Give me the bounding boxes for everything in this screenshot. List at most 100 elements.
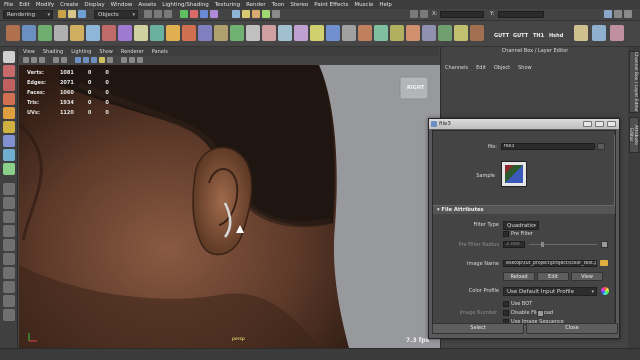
view-button[interactable]: View — [571, 272, 603, 281]
select-object-icon[interactable] — [154, 10, 162, 18]
channel-box-menu-edit[interactable]: Edit — [476, 65, 486, 73]
menu-toon[interactable]: Toon — [272, 2, 285, 8]
save-scene-icon[interactable] — [78, 10, 86, 18]
tab-channel-box[interactable]: Channel Box / Layer Editor — [629, 51, 639, 113]
coord-y-field[interactable] — [498, 11, 544, 18]
menu-lighting-shading[interactable]: Lighting/Shading — [162, 2, 208, 8]
menu-modify[interactable]: Modify — [36, 2, 54, 8]
smooth-icon[interactable] — [182, 25, 196, 41]
shelf-label-th1[interactable]: TH1 — [533, 33, 544, 39]
outliner-layout-icon[interactable] — [3, 267, 15, 279]
select-component-icon[interactable] — [164, 10, 172, 18]
custom-tool-icon-1[interactable] — [574, 25, 588, 41]
viewport-menu-view[interactable]: View — [23, 49, 35, 55]
scrollbar-thumb[interactable] — [614, 135, 615, 205]
shelf-label-gutt-2[interactable]: GUTT — [513, 33, 528, 39]
smooth-shade-icon[interactable] — [83, 57, 89, 63]
menu-window[interactable]: Window — [111, 2, 133, 8]
cylinder-icon[interactable] — [54, 25, 68, 41]
close-button[interactable]: Close — [526, 323, 618, 334]
bevel-icon[interactable] — [214, 25, 228, 41]
hypershade-layout-icon[interactable] — [3, 253, 15, 265]
viewport-menu-lighting[interactable]: Lighting — [71, 49, 91, 55]
sphere-icon[interactable] — [22, 25, 36, 41]
four-pane-layout-icon[interactable] — [3, 197, 15, 209]
viewport-menu-panels[interactable]: Panels — [152, 49, 168, 55]
torus-icon[interactable] — [102, 25, 116, 41]
camera-icon[interactable] — [134, 25, 148, 41]
persp-graph-layout-icon[interactable] — [3, 239, 15, 251]
manipulator-tool-icon[interactable] — [3, 135, 15, 147]
menu-render[interactable]: Render — [246, 2, 266, 8]
channel-box-menu-show[interactable]: Show — [518, 65, 532, 73]
side-by-side-layout-icon[interactable] — [3, 211, 15, 223]
menu-edit[interactable]: Edit — [19, 2, 30, 8]
camera-attributes-icon[interactable] — [31, 57, 37, 63]
render-icon[interactable] — [310, 25, 324, 41]
time-slider[interactable] — [0, 348, 640, 360]
bulb-icon[interactable] — [166, 25, 180, 41]
shelf-menu-icon[interactable] — [6, 25, 20, 41]
pre-filter-radius-slider[interactable] — [529, 244, 597, 245]
slider-handle[interactable] — [541, 242, 544, 247]
persp-outliner-layout-icon[interactable] — [3, 225, 15, 237]
map-button-icon[interactable] — [601, 241, 608, 248]
filter-type-dropdown[interactable]: Quadratic — [503, 221, 539, 230]
move-tool-icon[interactable] — [3, 93, 15, 105]
blend-icon[interactable] — [422, 25, 436, 41]
cluster-icon[interactable] — [438, 25, 452, 41]
wireframe-icon[interactable] — [75, 57, 81, 63]
menu-set-dropdown[interactable]: Rendering — [3, 10, 53, 19]
show-attribute-editor-icon[interactable] — [604, 10, 612, 18]
paint-icon[interactable] — [278, 25, 292, 41]
extrude-icon[interactable] — [198, 25, 212, 41]
cone-icon[interactable] — [70, 25, 84, 41]
show-tool-settings-icon[interactable] — [614, 10, 622, 18]
ipr-render-icon[interactable] — [252, 10, 260, 18]
color-management-icon[interactable] — [601, 287, 609, 295]
file-attributes-section-header[interactable]: ▾ File Attributes — [433, 205, 615, 214]
tab-attribute-editor[interactable]: Attribute Editor — [628, 117, 639, 153]
image-number-map-icon[interactable] — [537, 310, 544, 317]
menu-stereo[interactable]: Stereo — [290, 2, 308, 8]
film-gate-icon[interactable] — [61, 57, 67, 63]
uv-editor-layout-icon[interactable] — [3, 281, 15, 293]
graph-editor-layout-icon[interactable] — [3, 309, 15, 321]
render-view-layout-icon[interactable] — [3, 295, 15, 307]
menu-texturing[interactable]: Texturing — [215, 2, 240, 8]
open-scene-icon[interactable] — [68, 10, 76, 18]
viewport-menu-show[interactable]: Show — [99, 49, 113, 55]
deform-icon[interactable] — [358, 25, 372, 41]
browse-folder-icon[interactable] — [600, 260, 608, 266]
joint-icon[interactable] — [390, 25, 404, 41]
rotate-tool-icon[interactable] — [3, 107, 15, 119]
xray-icon[interactable] — [129, 57, 135, 63]
viewport-menu-shading[interactable]: Shading — [43, 49, 63, 55]
reload-button[interactable]: Reload — [503, 272, 535, 281]
paint-select-tool-icon[interactable] — [3, 79, 15, 91]
select-button[interactable]: Select — [432, 323, 524, 334]
shelf-label-hshd[interactable]: Hshd — [549, 33, 563, 39]
menu-paint-effects[interactable]: Paint Effects — [314, 2, 348, 8]
show-channel-box-icon[interactable] — [624, 10, 632, 18]
menu-create[interactable]: Create — [60, 2, 78, 8]
uv-icon[interactable] — [262, 25, 276, 41]
sculpt-icon[interactable] — [294, 25, 308, 41]
focus-button[interactable] — [597, 143, 605, 150]
pre-filter-radius-field[interactable]: 2.000 — [503, 241, 525, 248]
select-hierarchy-icon[interactable] — [144, 10, 152, 18]
single-pane-layout-icon[interactable] — [3, 183, 15, 195]
bookmarks-icon[interactable] — [39, 57, 45, 63]
file-name-field[interactable]: file3 — [501, 143, 595, 150]
channel-box-menu-channels[interactable]: Channels — [445, 65, 468, 73]
script-icon[interactable] — [342, 25, 356, 41]
snap-curve-icon[interactable] — [190, 10, 198, 18]
construction-history-icon[interactable] — [232, 10, 240, 18]
plane-icon[interactable] — [86, 25, 100, 41]
minimize-icon[interactable] — [583, 121, 592, 127]
cube-icon[interactable] — [38, 25, 52, 41]
xray-joints-icon[interactable] — [137, 57, 143, 63]
close-icon[interactable] — [607, 121, 616, 127]
new-scene-icon[interactable] — [58, 10, 66, 18]
snap-plane-icon[interactable] — [210, 10, 218, 18]
